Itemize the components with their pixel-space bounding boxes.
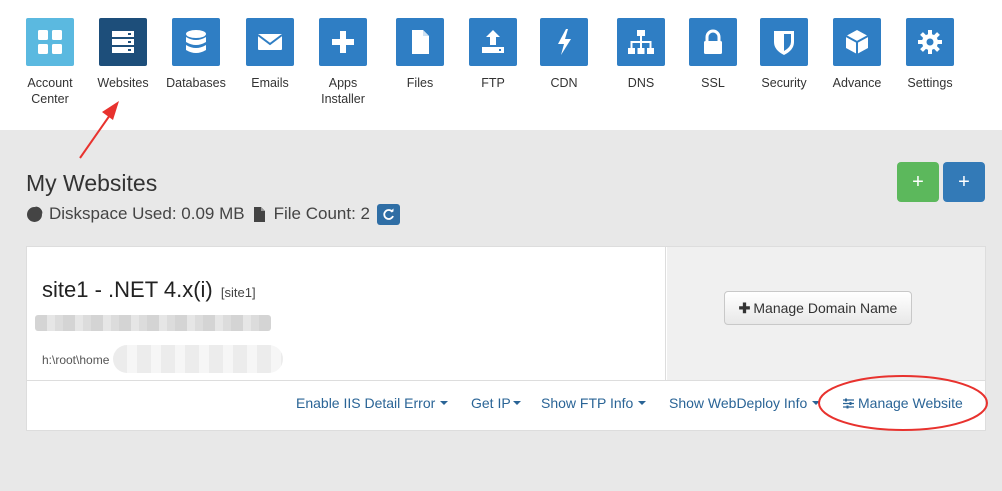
nav-label-databases: Databases <box>166 76 226 90</box>
nav-label-security: Security <box>761 76 807 90</box>
caret-down-icon <box>638 401 647 405</box>
nav-apps-installer[interactable]: Apps Installer <box>305 18 381 107</box>
manage-domain-button[interactable]: ✚ Manage Domain Name <box>724 291 912 325</box>
nav-label-settings: Settings <box>907 76 953 90</box>
database-icon <box>172 18 220 66</box>
refresh-button[interactable] <box>376 203 400 225</box>
gear-icon <box>906 18 954 66</box>
show-webdeploy-info-dropdown[interactable]: Show WebDeploy Info <box>669 395 821 411</box>
nav-label-cdn: CDN <box>550 76 578 90</box>
nav-security[interactable]: Security <box>746 18 822 91</box>
sitemap-icon <box>617 18 665 66</box>
show-webdeploy-label: Show WebDeploy Info <box>669 395 808 411</box>
caret-down-icon <box>512 401 521 405</box>
get-ip-dropdown[interactable]: Get IP <box>471 395 521 411</box>
nav-label-files: Files <box>406 76 434 90</box>
envelope-icon <box>246 18 294 66</box>
manage-domain-label: Manage Domain Name <box>753 300 898 316</box>
redacted-url <box>35 315 271 331</box>
nav-label-ftp: FTP <box>481 76 505 90</box>
nav-settings[interactable]: Settings <box>892 18 968 91</box>
upload-icon <box>469 18 517 66</box>
nav-databases[interactable]: Databases <box>158 18 234 91</box>
enable-iis-detail-error-dropdown[interactable]: Enable IIS Detail Error <box>296 395 449 411</box>
get-ip-label: Get IP <box>471 395 511 411</box>
site-tag: [site1] <box>220 285 256 300</box>
file-icon <box>396 18 444 66</box>
nav-advance[interactable]: Advance <box>819 18 895 91</box>
nav-emails[interactable]: Emails <box>232 18 308 91</box>
refresh-icon <box>383 208 394 220</box>
enable-iis-label: Enable IIS Detail Error <box>296 395 436 411</box>
show-ftp-label: Show FTP Info <box>541 395 634 411</box>
top-nav: Account Center Websites Databases Emails… <box>0 0 1002 130</box>
plus-icon: ✚ <box>738 299 751 316</box>
nav-label-ssl: SSL <box>701 76 725 90</box>
page-title: My Websites <box>26 170 158 196</box>
disk-usage-line: Diskspace Used: 0.09 MB File Count: 2 <box>26 203 400 225</box>
disk-used-text: Diskspace Used: 0.09 MB <box>49 204 245 223</box>
caret-down-icon <box>812 401 821 405</box>
nav-label-apps-installer: Apps Installer <box>321 76 365 106</box>
manage-website-link[interactable]: Manage Website <box>842 395 963 411</box>
nav-label-account-center: Account Center <box>27 76 73 106</box>
site-path: h:\root\home <box>42 353 110 367</box>
nav-dns[interactable]: DNS <box>603 18 679 91</box>
cube-icon <box>833 18 881 66</box>
pie-chart-icon <box>27 205 43 222</box>
nav-account-center[interactable]: Account Center <box>12 18 88 107</box>
add-button[interactable]: + <box>943 162 985 202</box>
nav-websites[interactable]: Websites <box>85 18 161 91</box>
nav-label-websites: Websites <box>97 76 149 90</box>
lock-icon <box>689 18 737 66</box>
site-actions: Enable IIS Detail Error Get IP Show FTP … <box>27 380 985 430</box>
add-website-button[interactable]: + <box>897 162 939 202</box>
file-count-text: File Count: 2 <box>273 204 370 223</box>
site-title: site1 - .NET 4.x(i) [site1] <box>42 277 256 303</box>
redacted-path <box>113 345 283 373</box>
grid-icon <box>26 18 74 66</box>
manage-website-label: Manage Website <box>858 395 963 411</box>
bolt-icon <box>540 18 588 66</box>
file-icon <box>253 206 265 222</box>
shield-icon <box>760 18 808 66</box>
show-ftp-info-dropdown[interactable]: Show FTP Info <box>541 395 647 411</box>
nav-label-emails: Emails <box>251 76 289 90</box>
server-icon <box>99 18 147 66</box>
caret-down-icon <box>440 401 449 405</box>
site-domain-area: ✚ Manage Domain Name <box>667 247 985 380</box>
sliders-icon <box>843 398 854 408</box>
nav-files[interactable]: Files <box>382 18 458 91</box>
site-info: site1 - .NET 4.x(i) [site1] h:\root\home <box>27 247 666 380</box>
site-name: site1 - .NET 4.x(i) <box>42 277 213 302</box>
nav-cdn[interactable]: CDN <box>526 18 602 91</box>
nav-label-advance: Advance <box>832 76 882 90</box>
plus-icon <box>319 18 367 66</box>
nav-label-dns: DNS <box>627 76 655 90</box>
site-panel: site1 - .NET 4.x(i) [site1] h:\root\home… <box>26 246 986 431</box>
nav-ftp[interactable]: FTP <box>455 18 531 91</box>
nav-ssl[interactable]: SSL <box>675 18 751 91</box>
